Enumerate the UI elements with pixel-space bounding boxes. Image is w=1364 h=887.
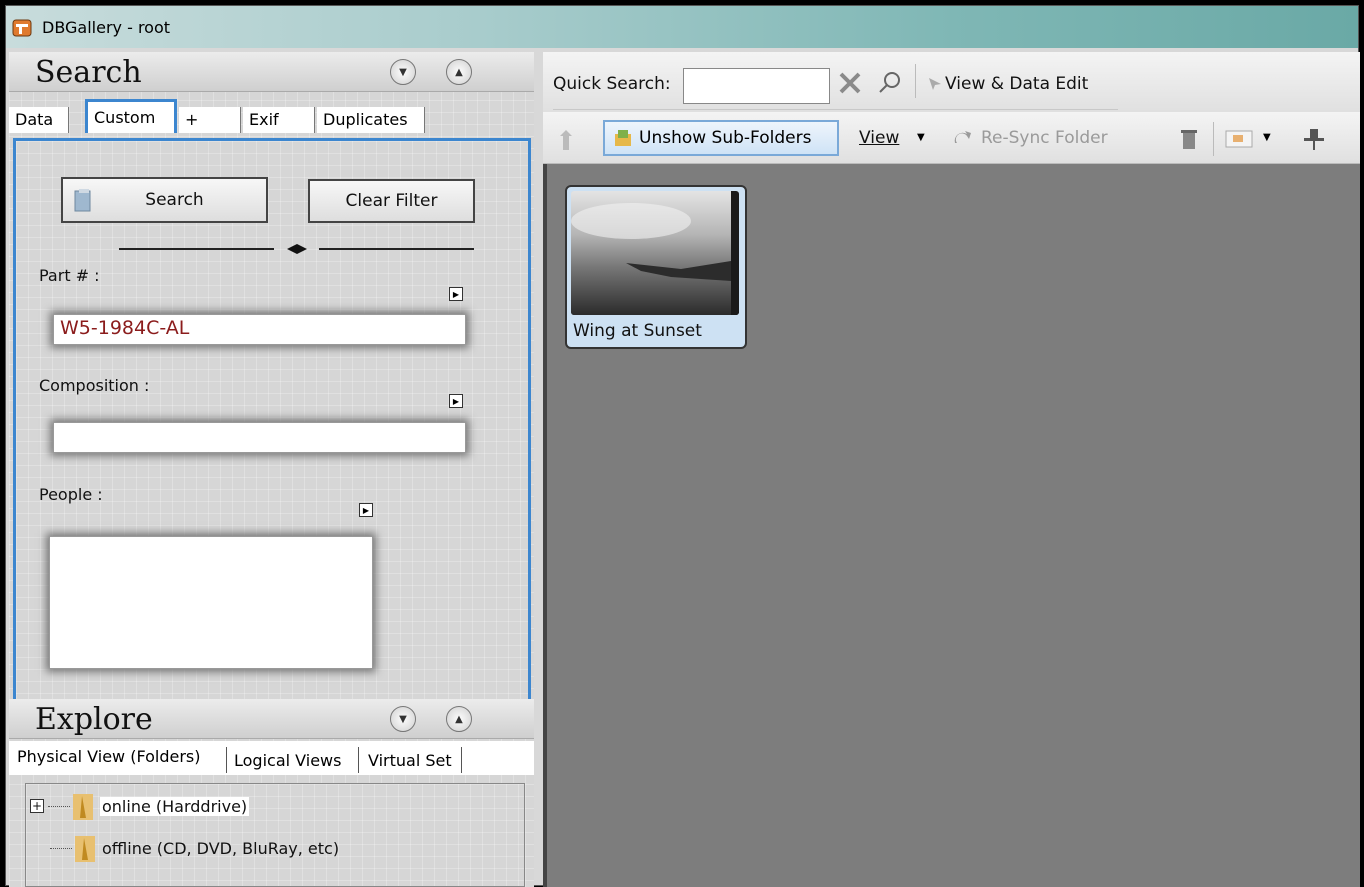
- tree-item-label: offline (CD, DVD, BluRay, etc): [102, 838, 340, 858]
- people-options-icon[interactable]: ▶: [359, 503, 373, 517]
- subfolders-icon: [615, 130, 631, 146]
- trash-icon[interactable]: [1179, 127, 1199, 151]
- tab-virtual-set[interactable]: Virtual Set: [368, 751, 452, 770]
- gallery-toolbar: Unshow Sub-Folders View ▼ Re-Sync Folder…: [543, 112, 1360, 164]
- top-toolbar: Quick Search: View & Data Edit: [543, 52, 1360, 112]
- expand-icon[interactable]: +: [30, 799, 44, 813]
- people-field[interactable]: [49, 536, 373, 669]
- search-button-label: Search: [145, 190, 204, 210]
- ornament-divider: [119, 244, 474, 254]
- explore-tabs: Physical View (Folders) Logical Views Vi…: [9, 741, 534, 775]
- unshow-subfolders-label: Unshow Sub-Folders: [639, 128, 812, 148]
- clear-filter-button[interactable]: Clear Filter: [308, 179, 475, 223]
- tab-separator: [461, 747, 462, 773]
- app-window: DBGallery - root Search ▼ ▲ Data Custom …: [5, 5, 1360, 887]
- search-button[interactable]: Search: [61, 177, 268, 223]
- gallery-thumbnail[interactable]: Wing at Sunset: [565, 185, 747, 349]
- title-bar[interactable]: DBGallery - root: [6, 6, 1358, 48]
- part-number-label: Part # :: [39, 266, 100, 285]
- composition-label: Composition :: [39, 376, 150, 395]
- clear-filter-label: Clear Filter: [345, 191, 438, 211]
- composition-field[interactable]: [53, 422, 466, 453]
- collapse-up-icon[interactable]: ▲: [446, 59, 472, 85]
- right-panel: Quick Search: View & Data Edit Unshow Su…: [543, 52, 1360, 887]
- clear-search-icon[interactable]: [837, 70, 863, 96]
- part-number-field[interactable]: W5-1984C-AL: [53, 314, 466, 345]
- explore-header: Explore ▼ ▲: [9, 699, 534, 739]
- toolbar-rule: [553, 109, 1118, 110]
- resync-folder-button[interactable]: Re-Sync Folder: [981, 128, 1108, 148]
- tab-custom[interactable]: Custom: [85, 99, 177, 133]
- search-title: Search: [35, 55, 142, 90]
- quick-search-label: Quick Search:: [553, 74, 671, 94]
- window-title: DBGallery - root: [42, 18, 171, 37]
- tab-plus[interactable]: +: [179, 107, 241, 133]
- pin-icon[interactable]: [1301, 126, 1327, 152]
- image-gallery: Wing at Sunset: [543, 164, 1360, 887]
- custom-search-panel: Search Clear Filter Part # : ▶ W5-1984C-…: [13, 138, 531, 705]
- tab-logical-views[interactable]: Logical Views: [234, 751, 341, 770]
- explore-collapse-up-icon[interactable]: ▲: [446, 706, 472, 732]
- composition-options-icon[interactable]: ▶: [449, 394, 463, 408]
- tab-exif[interactable]: Exif: [243, 107, 315, 133]
- tab-data[interactable]: Data: [9, 107, 69, 133]
- tree-item-online[interactable]: + online (Harddrive): [30, 790, 250, 822]
- tree-line: [48, 805, 70, 807]
- folder-icon: [75, 836, 95, 862]
- people-label: People :: [39, 485, 103, 504]
- tab-separator: [226, 747, 227, 773]
- wing-image: [571, 191, 739, 315]
- thumbnail-image: [571, 191, 739, 315]
- tab-separator: [358, 747, 359, 773]
- tab-duplicates[interactable]: Duplicates: [317, 107, 425, 133]
- toolbar-separator: [1213, 122, 1214, 156]
- view-menu[interactable]: View: [859, 128, 899, 148]
- toolbar-separator: [915, 64, 916, 98]
- folder-icon: [73, 794, 93, 820]
- collapse-down-icon[interactable]: ▼: [390, 59, 416, 85]
- resync-icon: [954, 131, 971, 143]
- tree-item-label: online (Harddrive): [100, 796, 250, 816]
- search-header: Search ▼ ▲: [9, 52, 534, 92]
- magnifier-icon[interactable]: [877, 70, 903, 96]
- explore-collapse-down-icon[interactable]: ▼: [390, 706, 416, 732]
- pointer-icon: [929, 78, 941, 90]
- tab-physical-view[interactable]: Physical View (Folders): [17, 747, 201, 766]
- tree-item-offline[interactable]: offline (CD, DVD, BluRay, etc): [50, 832, 339, 864]
- quick-search-input[interactable]: [683, 68, 830, 104]
- view-dropdown-icon[interactable]: ▼: [917, 132, 925, 143]
- tree-line: [50, 847, 72, 849]
- part-number-options-icon[interactable]: ▶: [449, 287, 463, 301]
- app-icon: [12, 19, 32, 37]
- thumbnail-size-icon[interactable]: [1225, 129, 1253, 149]
- search-tabs: Data Custom + Exif Duplicates: [9, 99, 534, 133]
- explore-title: Explore: [35, 702, 153, 737]
- view-data-edit-button[interactable]: View & Data Edit: [945, 74, 1088, 94]
- unshow-subfolders-button[interactable]: Unshow Sub-Folders: [603, 120, 839, 156]
- thumbnail-label: Wing at Sunset: [573, 321, 702, 341]
- folder-tree: + online (Harddrive) offline (CD, DVD, B…: [25, 783, 525, 887]
- search-doc-icon: [74, 189, 91, 212]
- nav-up-icon[interactable]: [557, 128, 579, 152]
- thumbnail-dropdown-icon[interactable]: ▼: [1263, 132, 1271, 143]
